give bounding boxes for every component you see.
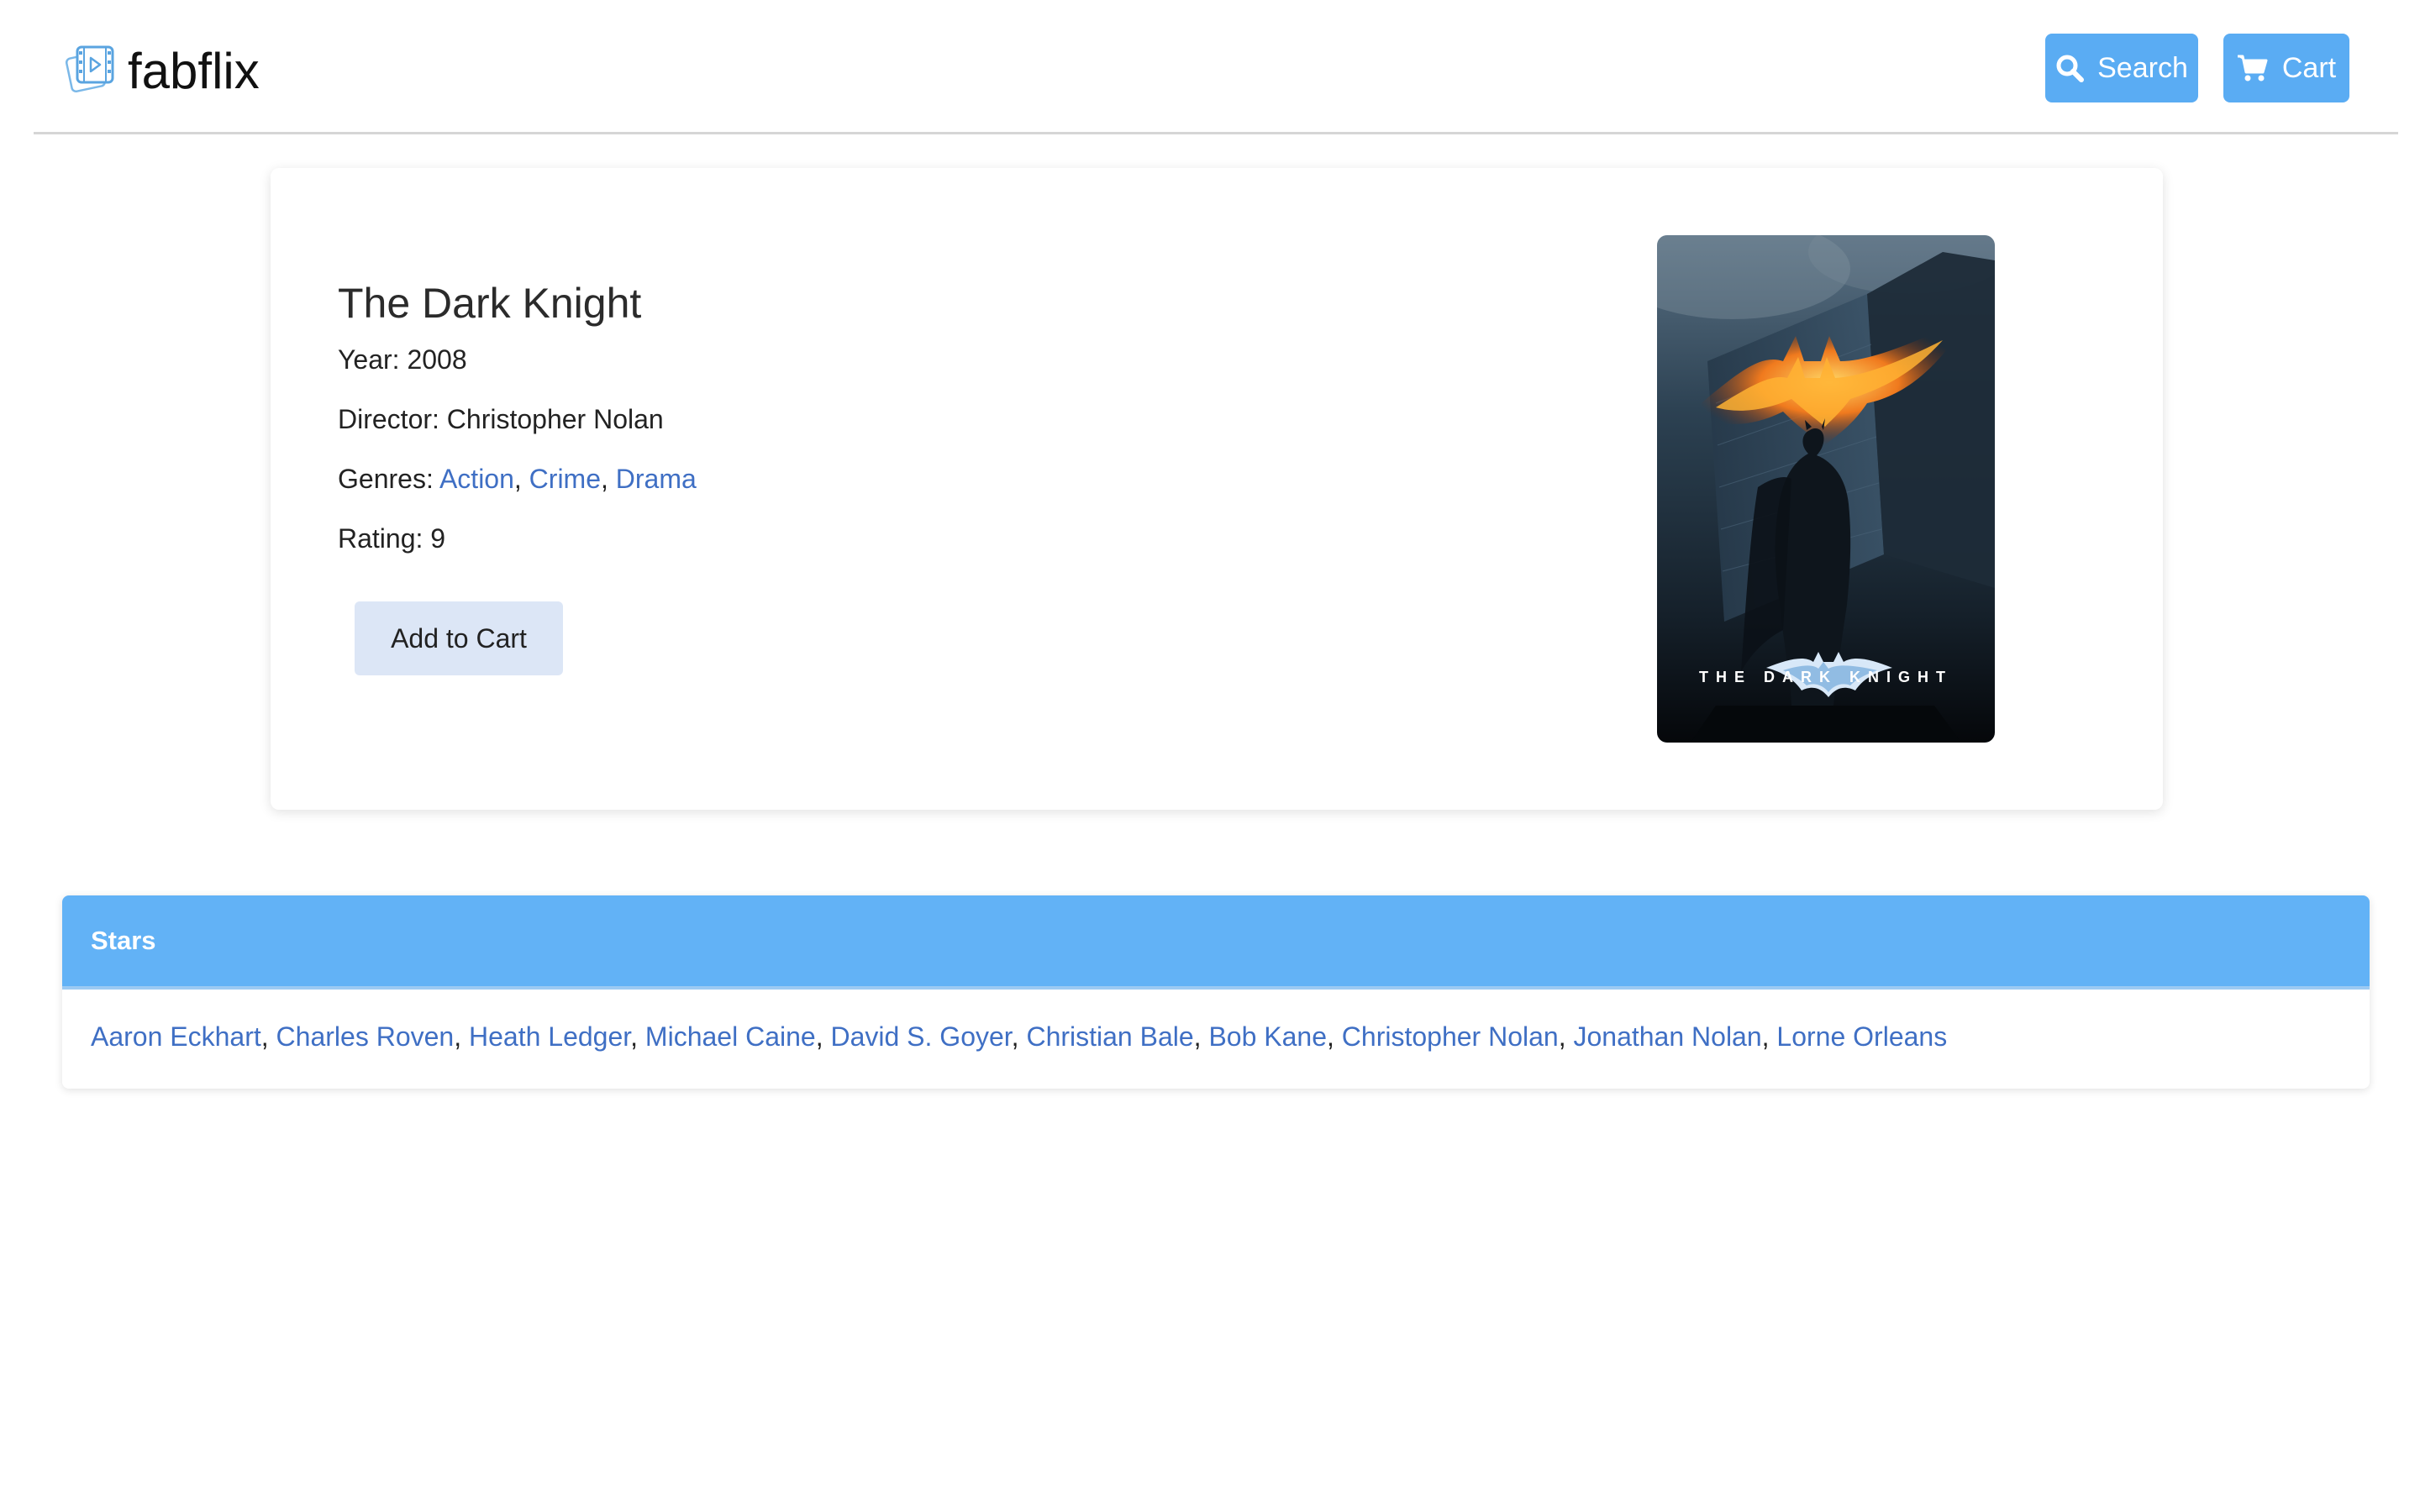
genres-label: Genres: [338, 464, 434, 494]
star-link-christopher-nolan[interactable]: Christopher Nolan [1342, 1021, 1559, 1052]
movie-director: Director: Christopher Nolan [338, 404, 664, 435]
separator: , [601, 464, 608, 494]
navbar: fabflix Search Cart [34, 0, 2398, 134]
separator: , [454, 1021, 469, 1052]
brand-link[interactable]: fabflix [64, 37, 260, 104]
star-link-charles-roven[interactable]: Charles Roven [276, 1021, 455, 1052]
cart-button[interactable]: Cart [2223, 34, 2349, 102]
separator: , [513, 464, 522, 494]
rating-label: Rating: [338, 523, 424, 554]
cart-icon [2237, 55, 2268, 81]
add-to-cart-button[interactable]: Add to Cart [355, 601, 563, 675]
separator: , [1558, 1021, 1574, 1052]
stars-card: Stars Aaron Eckhart, Charles Roven, Heat… [62, 895, 2370, 1089]
cart-button-label: Cart [2281, 51, 2337, 84]
search-icon [2056, 55, 2085, 82]
year-value: 2008 [407, 344, 467, 375]
genre-link-crime[interactable]: Crime [529, 464, 601, 494]
movie-year: Year: 2008 [338, 344, 467, 375]
genre-link-action[interactable]: Action [439, 464, 514, 494]
brand-name: fabflix [128, 42, 260, 99]
separator: , [630, 1021, 645, 1052]
movie-genres: Genres: Action, Crime, Drama [338, 464, 697, 495]
separator: , [260, 1021, 276, 1052]
separator: , [1761, 1021, 1777, 1052]
movie-details-card: The Dark Knight Year: 2008 Director: Chr… [271, 168, 2163, 810]
stars-list: Aaron Eckhart, Charles Roven, Heath Ledg… [62, 990, 2370, 1053]
film-icon [64, 44, 118, 97]
stars-header: Stars [62, 895, 2370, 990]
director-label: Director: [338, 404, 439, 434]
separator: , [815, 1021, 831, 1052]
rating-value: 9 [430, 523, 446, 554]
genre-link-drama[interactable]: Drama [616, 464, 697, 494]
director-value: Christopher Nolan [446, 404, 664, 434]
search-button-label: Search [2097, 51, 2188, 84]
year-label: Year: [338, 344, 400, 375]
star-link-lorne-orleans[interactable]: Lorne Orleans [1776, 1021, 1947, 1052]
movie-rating: Rating: 9 [338, 523, 445, 554]
separator: , [1193, 1021, 1209, 1052]
movie-title: The Dark Knight [338, 280, 642, 327]
movie-poster: THE DARK KNIGHT [1657, 235, 1995, 743]
separator: , [1011, 1021, 1027, 1052]
star-link-heath-ledger[interactable]: Heath Ledger [469, 1021, 630, 1052]
star-link-bob-kane[interactable]: Bob Kane [1208, 1021, 1327, 1052]
star-link-jonathan-nolan[interactable]: Jonathan Nolan [1573, 1021, 1761, 1052]
poster-title: THE DARK KNIGHT [1699, 669, 1953, 685]
star-link-aaron-eckhart[interactable]: Aaron Eckhart [91, 1021, 261, 1052]
search-button[interactable]: Search [2045, 34, 2198, 102]
star-link-michael-caine[interactable]: Michael Caine [645, 1021, 816, 1052]
star-link-david-s-goyer[interactable]: David S. Goyer [830, 1021, 1011, 1052]
separator: , [1327, 1021, 1342, 1052]
star-link-christian-bale[interactable]: Christian Bale [1026, 1021, 1193, 1052]
